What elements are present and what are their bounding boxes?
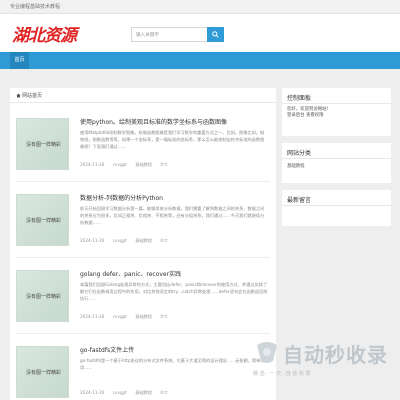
sidebar-title: 网站分类 xyxy=(287,150,312,157)
list-item: 没有图一样精彩 go-fastdfs文件上传 go-fastdfs是一个基于ht… xyxy=(16,334,270,400)
article-excerpt: go-fastdfs是一个基于http协议的分布式文件系统，它基于大道至简的设计… xyxy=(80,358,265,370)
article-views: 0℃ xyxy=(160,238,168,243)
article-category[interactable]: 基础教程 xyxy=(135,238,152,243)
divider xyxy=(282,158,391,159)
list-item: 没有图一样精彩 数据分析-列数据的分析Python 前天开始回顾学习数据分析第一… xyxy=(16,182,270,258)
article-title[interactable]: 使用python。绘制美观且标准的数学坐标系与函数图像 xyxy=(80,117,227,126)
nav-item-home[interactable]: 首页 xyxy=(10,52,29,69)
sidebar-title: 控制面板 xyxy=(287,95,312,102)
article-thumbnail[interactable]: 没有图一样精彩 xyxy=(16,270,69,322)
article-title[interactable]: go-fastdfs文件上传 xyxy=(80,345,134,354)
article-date: 2024-11-26 xyxy=(80,390,105,395)
divider xyxy=(282,205,391,206)
article-meta: 2024-11-26 cvvgpt 基础教程 0℃ xyxy=(80,390,175,396)
article-thumbnail[interactable]: 没有图一样精彩 xyxy=(16,118,69,170)
search-button[interactable] xyxy=(207,27,224,42)
article-meta: 2024-11-26 cvvgpt 基础教程 0℃ xyxy=(80,162,175,168)
article-views: 0℃ xyxy=(160,314,168,319)
sidebar-recent-comments: 最新留言 xyxy=(282,190,391,226)
sidebar-control-panel: 控制面板 您好，欢迎到访网站！ 登录后台 查看权限 xyxy=(282,88,391,136)
article-views: 0℃ xyxy=(160,390,168,395)
article-views: 0℃ xyxy=(160,162,168,167)
article-excerpt: 使用Matplotlib绘制数学图像。绘制函数图像是我们学习数学的重要方式之一，… xyxy=(80,130,265,149)
watermark-subtext: 精 选 · 一 次 · 自 动 收 录 xyxy=(253,371,311,377)
article-thumbnail[interactable]: 没有图一样精彩 xyxy=(16,346,69,398)
category-list: 基础教程 xyxy=(287,164,305,170)
article-excerpt: 本篇我们回顾Golang处理异常的方式，主要包括defer、panic和reco… xyxy=(80,282,268,301)
breadcrumb: 网站首页 xyxy=(10,88,276,103)
article-title[interactable]: 数据分析-列数据的分析Python xyxy=(80,193,163,202)
watermark: 自动秒收录 精 选 · 一 次 · 自 动 收 录 xyxy=(247,335,397,383)
breadcrumb-label[interactable]: 网站首页 xyxy=(22,92,42,99)
watermark-text: 自动秒收录 xyxy=(283,343,388,367)
sidebar-categories: 网站分类 基础教程 xyxy=(282,143,391,183)
list-item: 没有图一样精彩 golang defer、panic、recover实践 本篇我… xyxy=(16,258,270,334)
article-category[interactable]: 基础教程 xyxy=(135,390,152,395)
article-title[interactable]: golang defer、panic、recover实践 xyxy=(80,269,181,278)
article-date: 2024-11-26 xyxy=(80,314,105,319)
list-item: 没有图一样精彩 使用python。绘制美观且标准的数学坐标系与函数图像 使用Ma… xyxy=(16,106,270,182)
sidebar-title: 最新留言 xyxy=(287,197,312,204)
divider xyxy=(282,103,391,104)
article-date: 2024-11-26 xyxy=(80,238,105,243)
article-excerpt: 前天开始回顾学习数据分析第一篇，能够用来分析数据，我们需要了解到数据之间的关系，… xyxy=(80,206,265,225)
search-placeholder: 输入关键字 xyxy=(136,33,159,38)
watermark-logo-icon xyxy=(257,342,277,363)
article-category[interactable]: 基础教程 xyxy=(135,162,152,167)
article-category[interactable]: 基础教程 xyxy=(135,314,152,319)
article-author[interactable]: cvvgpt xyxy=(113,314,127,319)
article-meta: 2024-11-26 cvvgpt 基础教程 0℃ xyxy=(80,314,175,320)
article-list: 网站首页 没有图一样精彩 使用python。绘制美观且标准的数学坐标系与函数图像… xyxy=(10,88,276,400)
site-logo[interactable]: 湖北资源 xyxy=(12,21,77,46)
article-date: 2024-11-26 xyxy=(80,162,105,167)
search-icon xyxy=(212,31,219,38)
sidebar-links: 您好，欢迎到访网站！ 登录后台 查看权限 xyxy=(287,107,331,119)
article-author[interactable]: cvvgpt xyxy=(113,162,127,167)
top-bar: 专业编程基础技术教程 xyxy=(0,0,400,14)
site-tagline: 专业编程基础技术教程 xyxy=(10,4,61,10)
category-item[interactable]: 基础教程 xyxy=(287,164,305,170)
login-link[interactable]: 登录后台 查看权限 xyxy=(287,113,331,119)
main-nav: 首页 xyxy=(0,52,400,69)
article-author[interactable]: cvvgpt xyxy=(113,390,127,395)
article-thumbnail[interactable]: 没有图一样精彩 xyxy=(16,194,69,246)
article-meta: 2024-11-26 cvvgpt 基础教程 0℃ xyxy=(80,238,175,244)
article-author[interactable]: cvvgpt xyxy=(113,238,127,243)
home-icon xyxy=(16,93,21,98)
